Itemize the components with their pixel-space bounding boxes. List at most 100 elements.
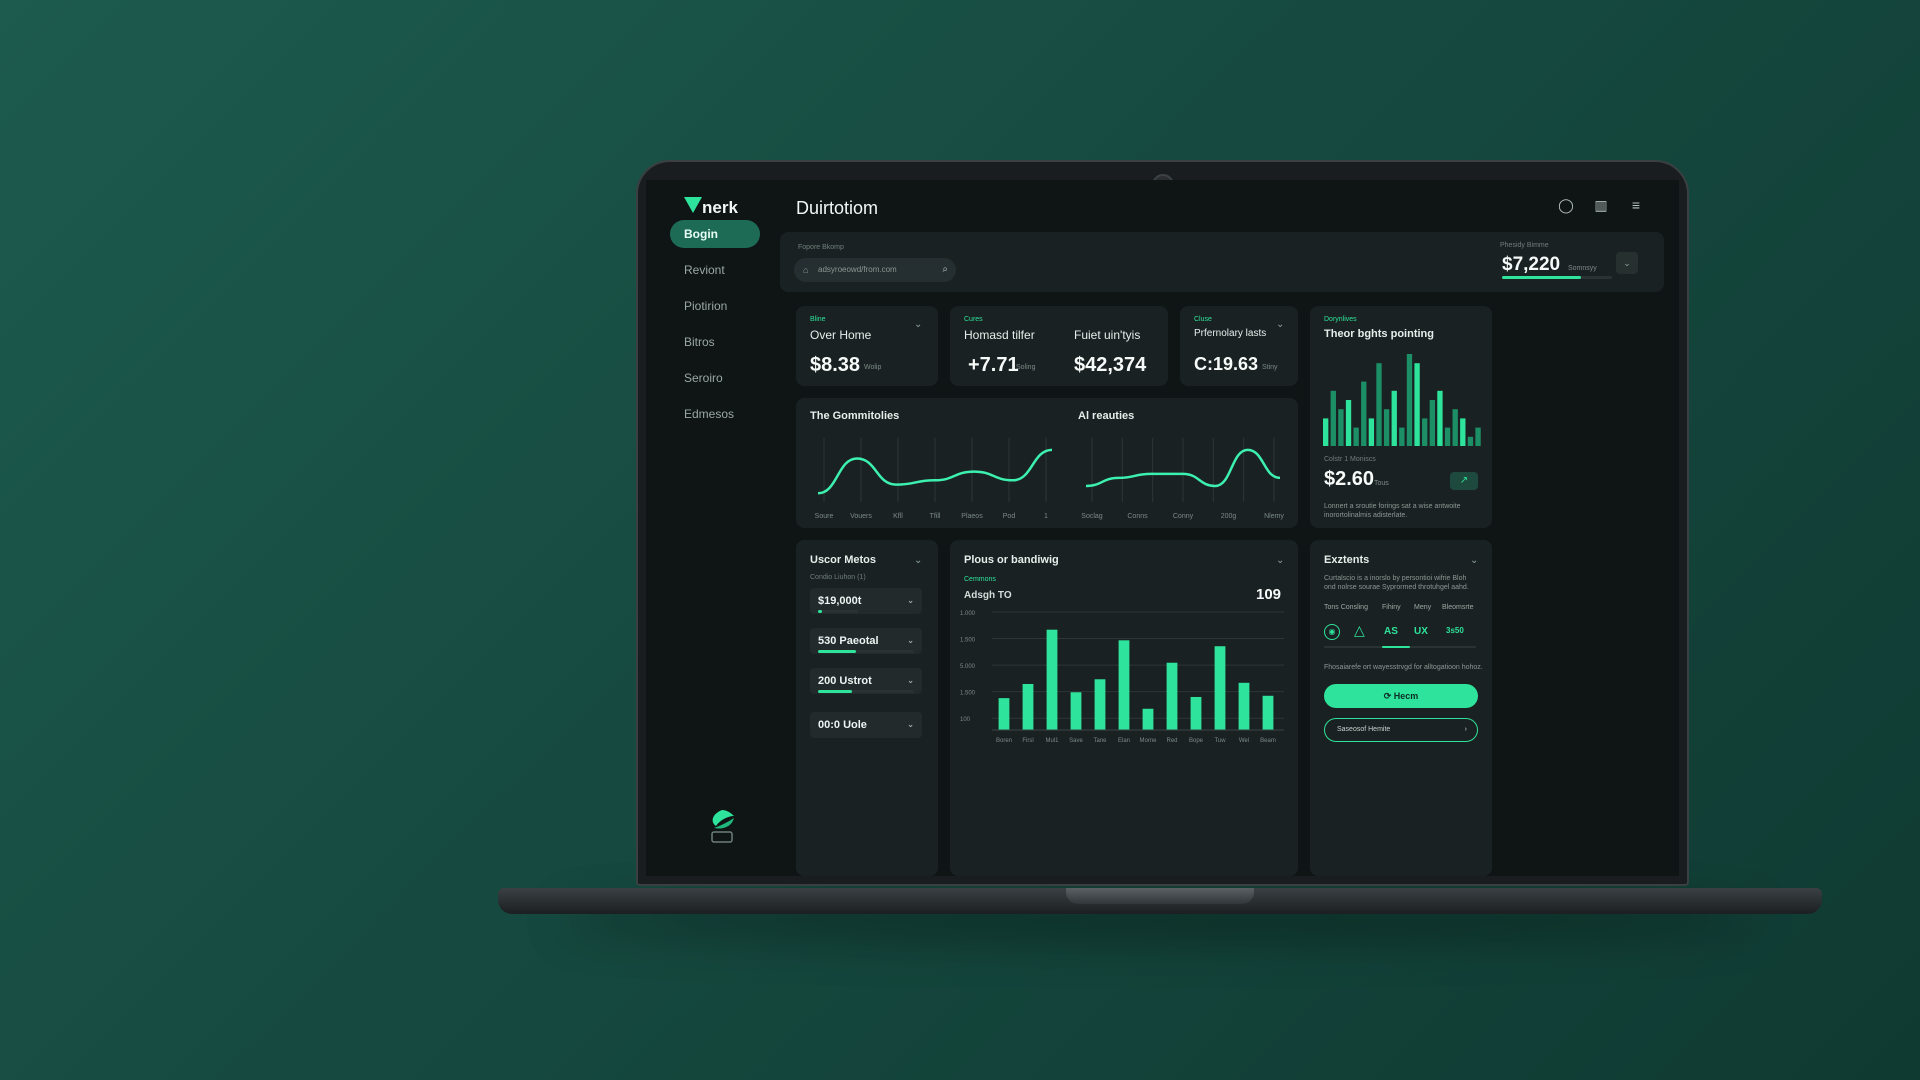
stat-title: Homasd tilfer [964, 328, 1035, 342]
bar [1166, 662, 1178, 730]
sidebar-item-bitros[interactable]: Bitros [670, 328, 760, 356]
chip-as[interactable]: AS [1384, 626, 1398, 637]
topbar-progress [1502, 276, 1612, 279]
sidebar-item-bogin[interactable]: Bogin [670, 220, 760, 248]
x-tick-label: Save [1069, 738, 1083, 744]
x-tick-label: 200g [1221, 513, 1237, 520]
chart-title: Al reauties [1078, 410, 1135, 422]
panel-title: Uscor Metos [810, 554, 877, 566]
x-tick-label: Tane [1093, 738, 1107, 744]
x-tick-label: Morne [1139, 738, 1157, 744]
mini-bar [1452, 409, 1458, 446]
chip-ux[interactable]: UX [1414, 626, 1428, 637]
lock-icon: ⌂ [803, 265, 809, 275]
x-tick-label: Red [1166, 738, 1177, 744]
x-tick-label: Plaeos [961, 513, 983, 520]
refresh-icon: ⟳ [1383, 691, 1394, 701]
leaf-logo-icon [711, 810, 734, 843]
warning-icon[interactable]: △ [1354, 622, 1365, 639]
sidebar-item-seroiro[interactable]: Seroiro [670, 364, 760, 392]
stat-tag: Bline [810, 316, 826, 323]
chevron-down-icon[interactable]: ⌄ [914, 320, 924, 330]
panel-desc: Curtalscio is a inorslo by persontioi wi… [1324, 575, 1469, 591]
tab-indicator [1324, 646, 1476, 648]
tab-tons-consling[interactable]: Tons Consling [1324, 604, 1368, 611]
bar-right-value: 109 [1256, 586, 1282, 603]
line-charts-panel: The Gommitolies Al reauties Soure Vouers K… [796, 398, 1298, 528]
mini-bar [1383, 409, 1390, 446]
chevron-down-icon[interactable]: ⌄ [1470, 556, 1480, 566]
line-chart-reauties: Soclag Conns Conny 200g Nlemy [1081, 438, 1284, 520]
bar [1142, 708, 1154, 730]
sidebar-item-reviont[interactable]: Reviont [670, 256, 760, 284]
mini-bar [1391, 390, 1397, 446]
target-icon[interactable]: ◉ [1324, 624, 1340, 640]
search-value: adsyroeowd/from.com [818, 265, 897, 274]
panel-sub: Colstr 1 Moniscs [1324, 456, 1376, 463]
chevron-down-icon[interactable]: ⌄ [1276, 320, 1286, 330]
x-tick-label: Conns [1127, 513, 1148, 520]
sidebar-item-piotirion[interactable]: Piotirion [670, 292, 760, 320]
chevron-down-icon[interactable]: ⌄ [914, 556, 924, 566]
logo: nerk [702, 198, 738, 217]
panel-sub: Cemmons [964, 576, 996, 583]
sidebar-item-edmesos[interactable]: Edmesos [670, 400, 760, 428]
chevron-down-icon: ⌄ [907, 596, 914, 605]
bar-chart-bandiwig: 1.000 1.500 5.000 1.500 100 Boren Firsl Mul1 Sav… [960, 611, 1284, 744]
stat-value: $42,374 [1074, 354, 1147, 376]
x-tick-label: Bope [1189, 738, 1204, 744]
chat-icon[interactable]: ◯ [1558, 197, 1574, 213]
mini-bar [1353, 427, 1359, 446]
bar [1262, 695, 1274, 730]
primary-button[interactable]: ⟳ Hecm [1324, 684, 1478, 708]
panel-value: $2.60 [1324, 468, 1375, 490]
topbar-right-label: Phesidy Bimme [1500, 242, 1549, 249]
stat-card-over-home: Bline Over Home ⌄ $8.38 Wolip [796, 306, 938, 386]
right-stat-panel: Dorynlives Theor bghts pointing Colstr 1… [1310, 306, 1492, 528]
app-title: Duirtotiom [796, 198, 879, 218]
tab-fihiny[interactable]: Fihiny [1382, 604, 1401, 611]
mini-bar [1399, 427, 1405, 446]
x-tick-label: Tfill [930, 513, 941, 520]
chevron-down-icon: ⌄ [907, 720, 914, 729]
tab-bleomsrte[interactable]: Bleomsrte [1442, 604, 1474, 611]
x-tick-label: Elan [1118, 738, 1130, 744]
logo-icon [684, 197, 702, 213]
panel-desc: Lonnert a sroutie forings sat a wise ant… [1324, 503, 1461, 519]
bar [1094, 679, 1106, 730]
stat-title: Prfernolary lasts [1194, 328, 1267, 339]
y-tick-label: 5.000 [960, 664, 976, 670]
chevron-down-icon[interactable]: ⌄ [1276, 556, 1286, 566]
mini-bar [1422, 418, 1428, 446]
bar [1238, 682, 1250, 730]
panel-title: Theor bghts pointing [1324, 328, 1434, 340]
panel-title: Plous or bandiwig [964, 554, 1059, 566]
secondary-button[interactable]: Saseosof Hemite › [1324, 718, 1478, 742]
x-tick-label: Soure [815, 513, 834, 520]
bar [1214, 646, 1226, 730]
menu-icon[interactable]: ≡ [1628, 197, 1644, 213]
bar [1118, 640, 1130, 730]
search-icon[interactable]: ⌕ [942, 258, 948, 282]
chart-title: The Gommitolies [810, 410, 900, 422]
bar [1022, 683, 1034, 730]
metric-progress [818, 690, 914, 693]
y-tick-label: 1.500 [960, 638, 976, 644]
chip-3s50[interactable]: 3s50 [1446, 626, 1464, 635]
topbar-dropdown-button[interactable]: ⌄ [1616, 252, 1638, 274]
search-input[interactable]: ⌂ adsyroeowd/from.com ⌕ [794, 258, 956, 282]
laptop-notch [1066, 888, 1254, 904]
y-tick-label: 1.500 [960, 691, 976, 697]
mini-bar [1338, 409, 1344, 446]
mini-bar [1437, 390, 1443, 446]
y-tick-label: 100 [960, 717, 971, 723]
stat-card-homasd: Cures Homasd tilfer +7.71 Soling Fuiet u… [950, 306, 1168, 386]
building-icon[interactable]: ▥ [1593, 197, 1609, 213]
tab-meny[interactable]: Meny [1414, 604, 1431, 611]
mini-bar [1345, 400, 1352, 446]
topbar-right-value: $7,220 [1502, 254, 1561, 275]
trend-up-button[interactable]: ↗ [1450, 472, 1478, 490]
x-tick-label: Beam [1260, 738, 1276, 744]
mini-bar [1406, 354, 1413, 446]
metric-dropdown[interactable]: 00:0 Uole ⌄ [810, 712, 922, 738]
